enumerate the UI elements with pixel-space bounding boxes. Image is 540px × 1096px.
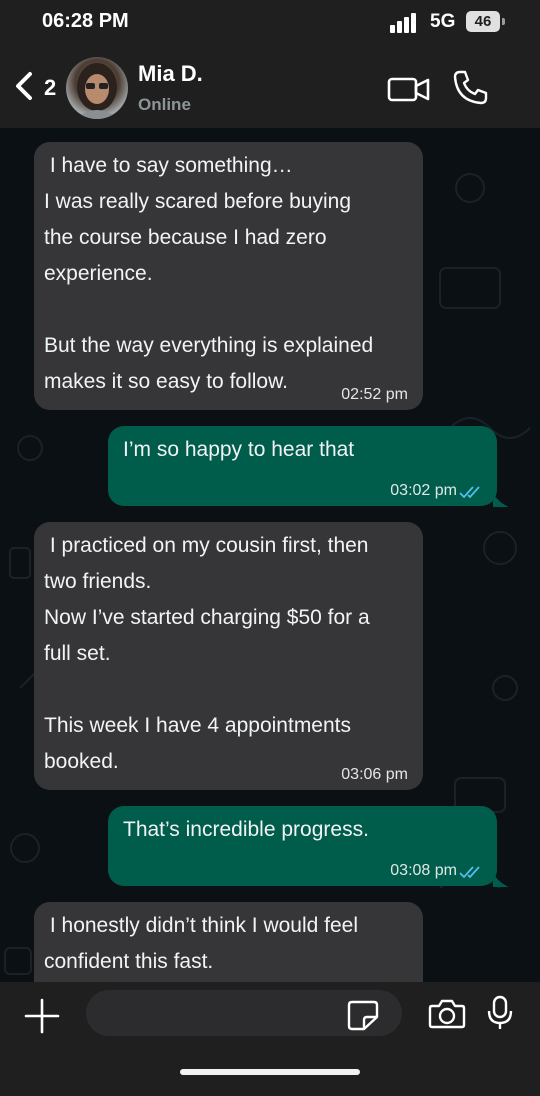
sticker-icon[interactable]: [346, 999, 380, 1031]
chat-header: 2 Mia D. Online: [0, 44, 540, 128]
message-time: 02:52 pm: [341, 386, 408, 403]
home-indicator[interactable]: [180, 1069, 360, 1075]
battery-nub: [502, 18, 505, 25]
message-incoming[interactable]: I practiced on my cousin first, then two…: [34, 522, 423, 790]
message-outgoing[interactable]: I’m so happy to hear that 03:02 pm: [108, 426, 509, 507]
network-type: 5G: [430, 11, 456, 32]
chat-area[interactable]: I have to say something… I was really sc…: [0, 128, 540, 984]
plus-icon[interactable]: [24, 998, 60, 1034]
unread-count[interactable]: 2: [44, 75, 56, 101]
message-time: 03:08 pm: [390, 862, 457, 879]
message-incoming[interactable]: I have to say something… I was really sc…: [34, 142, 423, 410]
read-receipt-icon: [459, 866, 480, 879]
message-incoming[interactable]: I honestly didn’t think I would feel con…: [34, 902, 423, 984]
bubble-tail: [493, 873, 509, 887]
microphone-icon[interactable]: [486, 995, 514, 1031]
contact-status: Online: [138, 95, 191, 114]
message-time: 03:02 pm: [390, 482, 457, 499]
message-outgoing[interactable]: That’s incredible progress. 03:08 pm: [108, 806, 509, 887]
avatar-photo: [76, 63, 118, 119]
battery-icon: 46: [466, 11, 500, 32]
video-camera-icon[interactable]: [386, 72, 432, 106]
chevron-left-icon[interactable]: [10, 68, 38, 104]
contact-name[interactable]: Mia D.: [138, 61, 203, 87]
input-bar: [0, 982, 540, 1096]
avatar[interactable]: [66, 57, 128, 119]
camera-icon[interactable]: [428, 997, 466, 1029]
status-time: 06:28 PM: [42, 10, 129, 32]
message-text: I practiced on my cousin first, then two…: [44, 534, 370, 773]
signal-icon: [390, 13, 416, 33]
phone-icon[interactable]: [450, 68, 490, 108]
message-time: 03:06 pm: [341, 766, 408, 783]
message-text: I honestly didn’t think I would feel con…: [44, 914, 359, 973]
message-text: I have to say something… I was really sc…: [44, 154, 374, 393]
status-bar: 06:28 PM 5G 46: [0, 0, 540, 44]
message-text: That’s incredible progress.: [123, 818, 369, 841]
bubble-tail: [493, 493, 509, 507]
message-text: I’m so happy to hear that: [123, 438, 355, 461]
read-receipt-icon: [459, 486, 480, 499]
